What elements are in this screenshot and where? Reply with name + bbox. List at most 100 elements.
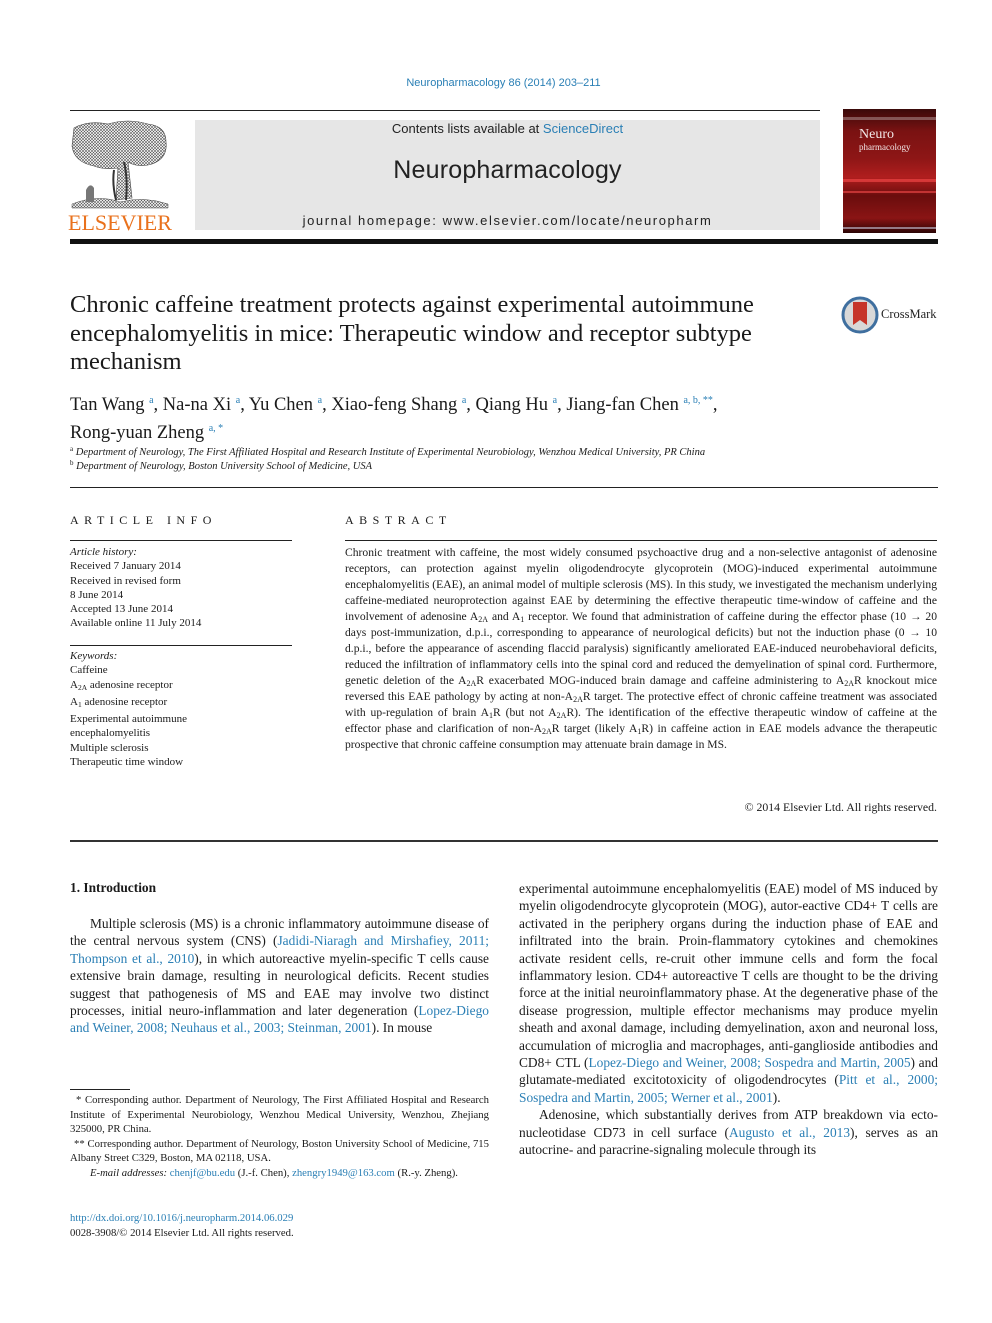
author-name[interactable]: Qiang Hu [476, 395, 553, 415]
abstract-text: Chronic treatment with caffeine, the mos… [345, 546, 938, 751]
article-info-rule [70, 540, 292, 541]
author-name[interactable]: Jiang-fan Chen [566, 395, 683, 415]
author-affiliation-mark[interactable]: a [553, 395, 557, 406]
section-rule [70, 487, 938, 488]
email-label: E-mail addresses: [90, 1166, 168, 1179]
subscript: 2A [478, 615, 489, 624]
history-label: Article history: [70, 546, 137, 558]
author-name[interactable]: Yu Chen [249, 395, 318, 415]
keyword-item: Multiple sclerosis [70, 741, 149, 754]
cover-band [843, 227, 936, 229]
citation-link[interactable]: Lopez-Diego and Weiner, 2008; Sospedra a… [588, 1055, 910, 1070]
author-affiliation-mark[interactable]: a [236, 395, 240, 406]
sciencedirect-link[interactable]: ScienceDirect [543, 121, 623, 136]
section-rule-bottom [70, 840, 938, 842]
article-info-heading: ARTICLE INFO [70, 513, 217, 527]
publisher-logo-text: ELSEVIER [68, 210, 172, 235]
text: experimental autoimmune encephalomyeliti… [519, 881, 938, 1071]
subscript: 1 [520, 615, 525, 624]
author-name[interactable]: Rong-yuan Zheng [70, 423, 209, 443]
article-title: Chronic caffeine treatment protects agai… [70, 291, 754, 375]
affiliation-b: b Department of Neurology, Boston Univer… [70, 459, 372, 472]
journal-banner: Contents lists available at ScienceDirec… [195, 120, 820, 230]
history-item: Received 7 January 2014 [70, 560, 181, 573]
keyword-item: A1 adenosine receptor [70, 695, 168, 709]
author-name[interactable]: Xiao-feng Shang [331, 395, 462, 415]
subscript: 1 [488, 711, 493, 720]
footnote-corresponding-2: ** Corresponding author. Department of N… [70, 1137, 489, 1165]
keywords-label: Keywords: [70, 650, 118, 662]
footnote-corresponding-1: * Corresponding author. Department of Ne… [70, 1094, 489, 1135]
journal-homepage[interactable]: journal homepage: www.elsevier.com/locat… [195, 213, 820, 228]
subscript: 2A [556, 711, 567, 720]
subscript: 2A [542, 727, 552, 736]
crossmark-button[interactable]: CrossMark [841, 296, 951, 336]
doi-link[interactable]: http://dx.doi.org/10.1016/j.neuropharm.2… [70, 1212, 293, 1224]
affiliation-mark: a [70, 445, 74, 453]
crossmark-label: CrossMark [881, 307, 937, 321]
paragraph: experimental autoimmune encephalomyeliti… [519, 880, 938, 1106]
subscript: 2A [573, 695, 583, 704]
email-link[interactable]: chenjf@bu.edu [170, 1167, 235, 1179]
subscript: 2A [466, 679, 477, 688]
affiliation-text: Department of Neurology, Boston Universi… [76, 461, 373, 472]
abstract-rule [345, 540, 937, 541]
history-item: 8 June 2014 [70, 588, 124, 601]
abstract-copyright: © 2014 Elsevier Ltd. All rights reserved… [744, 800, 937, 814]
elsevier-tree-icon [71, 120, 169, 209]
cover-band [843, 117, 936, 120]
history-list: Received 7 January 2014 Received in revis… [70, 559, 292, 630]
keyword-item: Therapeutic time window [70, 756, 184, 769]
author-list: Tan Wang a, Na-na Xi a, Yu Chen a, Xiao-… [70, 395, 718, 443]
doi-block: http://dx.doi.org/10.1016/j.neuropharm.2… [70, 1211, 294, 1241]
header-thick-rule [70, 239, 938, 244]
introduction-heading: 1. Introduction [70, 880, 157, 895]
keywords-rule [70, 645, 292, 646]
keywords-block: Keywords: Caffeine A2A adenosine receptor… [70, 649, 292, 769]
keywords-list: Caffeine A2A adenosine receptor A1 adenosi… [70, 663, 292, 769]
introduction-column-1: Multiple sclerosis (MS) is a chronic inf… [70, 915, 489, 1037]
history-item: Accepted 13 June 2014 [70, 603, 173, 616]
journal-cover-image[interactable]: Neuro pharmacology [843, 109, 936, 233]
abstract-heading: ABSTRACT [345, 513, 452, 527]
history-item: Available online 11 July 2014 [70, 617, 202, 630]
crossmark-icon [841, 296, 879, 334]
subscript: 1 [637, 727, 642, 736]
author-affiliation-mark[interactable]: a [462, 395, 466, 406]
header-rule [70, 110, 820, 111]
author-affiliation-mark[interactable]: a [318, 395, 322, 406]
footnotes: * Corresponding author. Department of Ne… [70, 1093, 489, 1180]
author-affiliation-mark[interactable]: a, b, ** [683, 395, 712, 406]
paragraph: Adenosine, which substantially derives f… [519, 1106, 938, 1158]
author-name[interactable]: Na-na Xi [163, 395, 236, 415]
email-link[interactable]: zhengry1949@163.com [292, 1167, 395, 1179]
keyword-item: encephalomyelitis [70, 727, 151, 740]
history-item: Received in revised form [70, 574, 181, 587]
cover-title-line2: pharmacology [859, 142, 911, 152]
affiliation-a: a Department of Neurology, The First Aff… [70, 445, 705, 458]
cover-band [843, 179, 936, 182]
author-name[interactable]: Tan Wang [70, 395, 149, 415]
citation-link[interactable]: Augusto et al., 2013 [729, 1125, 850, 1140]
text: ). [772, 1089, 781, 1105]
journal-title: Neuropharmacology [393, 156, 622, 184]
paragraph: Multiple sclerosis (MS) is a chronic inf… [70, 915, 489, 1037]
journal-citation[interactable]: Neuropharmacology 86 (2014) 203–211 [0, 77, 992, 89]
keyword-item: Experimental autoimmune [70, 713, 187, 726]
contents-prefix: Contents lists available at [391, 121, 543, 136]
contents-line: Contents lists available at ScienceDirec… [195, 121, 820, 136]
author-affiliation-mark[interactable]: a, * [209, 423, 223, 434]
keyword-item: A2A adenosine receptor [70, 678, 173, 692]
cover-band [843, 191, 936, 193]
subscript: 2A [844, 679, 855, 688]
elsevier-logo[interactable]: ELSEVIER [68, 118, 172, 236]
email-owner: (J.-f. Chen), [235, 1166, 293, 1179]
keyword-item: Caffeine [70, 664, 108, 677]
author-affiliation-mark[interactable]: a [149, 395, 153, 406]
cover-title: Neuro pharmacology [859, 128, 911, 153]
affiliation-mark: b [70, 459, 74, 467]
footnote-rule [70, 1089, 130, 1090]
introduction-column-2: experimental autoimmune encephalomyeliti… [519, 880, 938, 1159]
footnote-emails: E-mail addresses: chenjf@bu.edu (J.-f. C… [70, 1166, 489, 1181]
issn-copyright: 0028-3908/© 2014 Elsevier Ltd. All right… [70, 1227, 294, 1239]
